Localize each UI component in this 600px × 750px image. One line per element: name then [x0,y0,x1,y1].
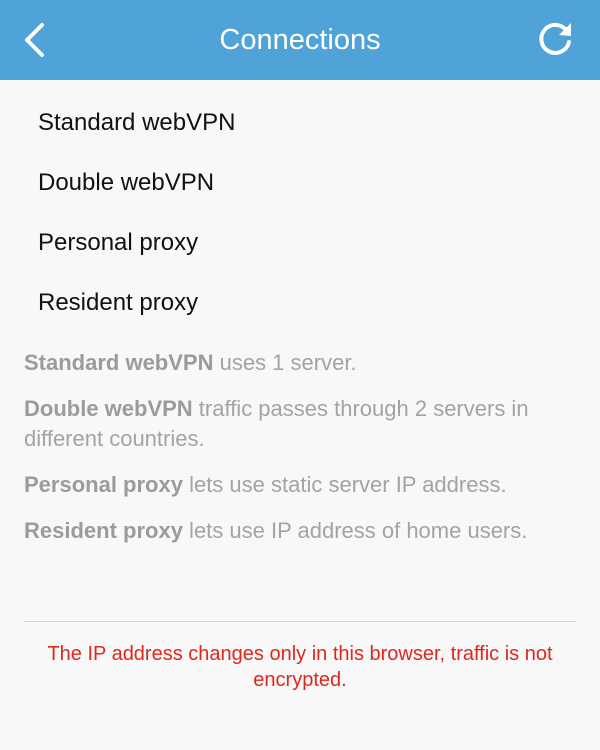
connection-descriptions: Standard webVPN uses 1 server. Double we… [24,348,574,562]
description-text: lets use IP address of home users. [182,518,528,543]
description-text: lets use static server IP address. [182,472,507,497]
connection-type-list: Standard webVPN Double webVPN Personal p… [0,93,600,333]
description-resident-proxy: Resident proxy lets use IP address of ho… [24,516,574,546]
chevron-left-icon [25,23,44,57]
description-personal-proxy: Personal proxy lets use static server IP… [24,470,574,500]
refresh-icon [539,22,571,55]
menu-item-resident-proxy[interactable]: Resident proxy [0,273,600,333]
description-term: Standard webVPN [24,350,214,375]
encryption-warning: The IP address changes only in this brow… [47,643,553,691]
app-header: Connections [0,0,600,80]
description-double-webvpn: Double webVPN traffic passes through 2 s… [24,394,574,454]
description-term: Personal proxy [24,472,183,497]
description-text: uses 1 server. [213,350,357,375]
description-term: Resident proxy [24,518,183,543]
back-button[interactable] [14,18,58,62]
divider [24,621,576,622]
menu-item-double-webvpn[interactable]: Double webVPN [0,153,600,213]
menu-item-standard-webvpn[interactable]: Standard webVPN [0,93,600,153]
description-term: Double webVPN [24,396,193,421]
menu-item-personal-proxy[interactable]: Personal proxy [0,213,600,273]
refresh-button[interactable] [532,18,578,64]
description-standard-webvpn: Standard webVPN uses 1 server. [24,348,574,378]
page-title: Connections [219,24,381,56]
